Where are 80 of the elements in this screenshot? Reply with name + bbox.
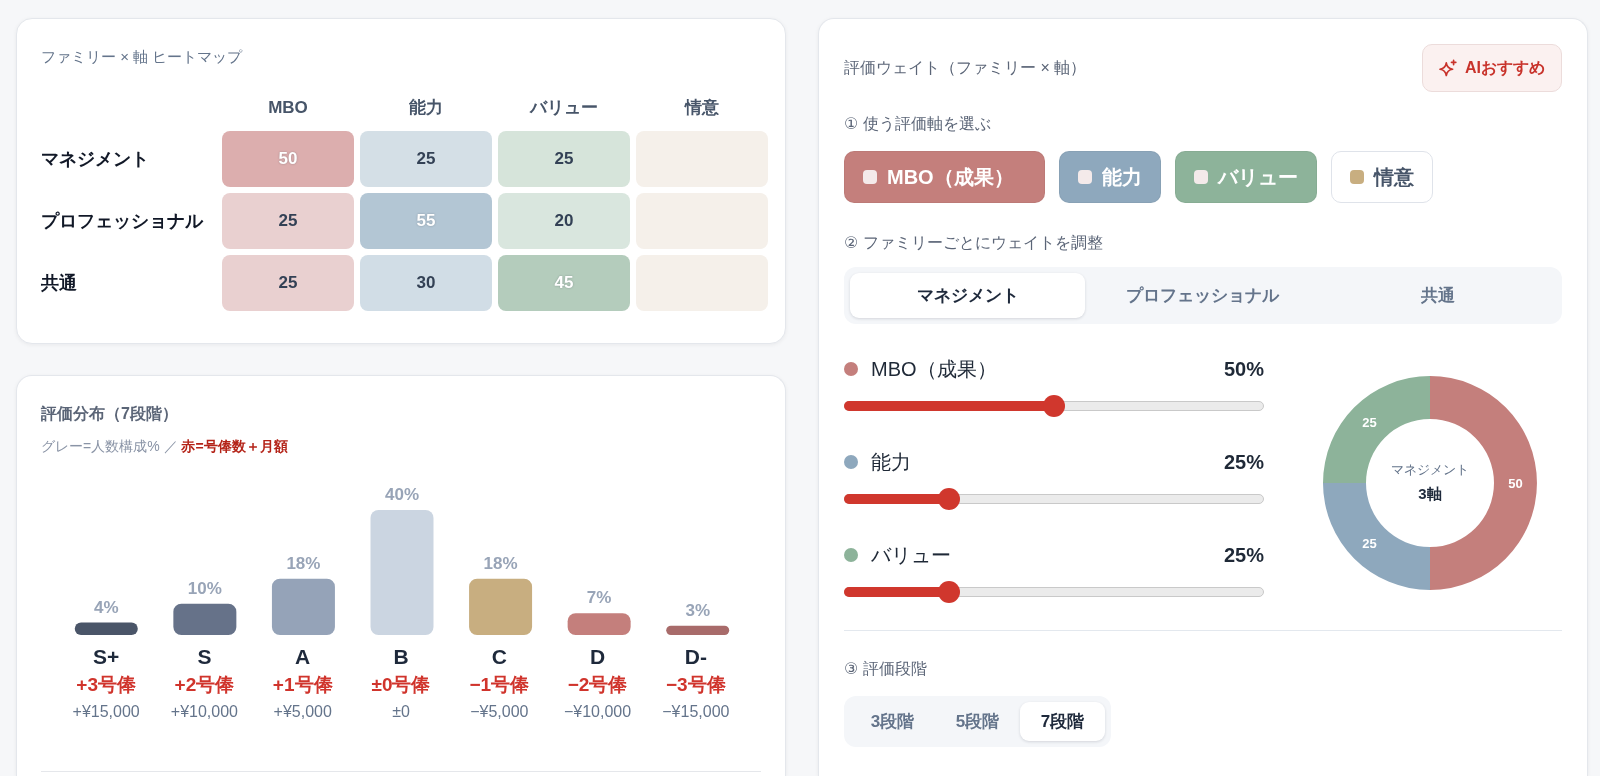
donut-center-value: 3軸: [1418, 485, 1442, 502]
axis-chip[interactable]: 能力: [1058, 151, 1161, 203]
step-heading: ③ 評価段階: [844, 659, 928, 679]
value-label: 40%: [385, 485, 419, 504]
tab[interactable]: マネジメント: [850, 273, 1086, 318]
column-header: 情意: [683, 97, 720, 119]
card-title: ファミリー × 軸 ヒートマップ: [41, 47, 244, 67]
value-label: 10%: [187, 578, 222, 598]
salary-step-label: −3号俸: [666, 674, 726, 696]
heatmap-cell: 30: [360, 255, 492, 311]
slider-value: 25%: [1223, 543, 1264, 567]
amount-label: +¥15,000: [72, 702, 140, 722]
slider-thumb[interactable]: [938, 581, 960, 603]
salary-step-label: +2号俸: [174, 674, 235, 696]
value-label: 18%: [483, 553, 518, 573]
column-header: MBO: [267, 97, 309, 119]
value-label: 7%: [586, 588, 612, 608]
grade-label: A: [295, 646, 311, 668]
card-title: 評価ウェイト（ファミリー × 軸）: [844, 57, 1087, 78]
salary-step-label: ±0号俸: [371, 674, 431, 696]
slider-track[interactable]: [844, 395, 1264, 417]
heatmap-cell: 25: [360, 131, 492, 187]
heatmap-cell: 25: [222, 255, 354, 311]
row-header: マネジメント: [41, 148, 150, 171]
slice-value-label: 50: [1508, 475, 1523, 491]
salary-step-label: −2号俸: [567, 674, 628, 696]
grade-label: D: [589, 646, 606, 668]
axis-chip[interactable]: 情意: [1330, 151, 1433, 203]
salary-step-label: +3号俸: [76, 674, 136, 696]
tab[interactable]: プロフェッショナル: [1085, 273, 1321, 318]
slider-thumb[interactable]: [1043, 395, 1065, 417]
step-heading: ① 使う評価軸を選ぶ: [844, 114, 992, 134]
tab[interactable]: 7段階: [1020, 702, 1105, 741]
grade-label: S+: [93, 646, 120, 668]
step-heading: ② ファミリーごとにウェイトを調整: [844, 233, 1104, 253]
amount-label: −¥15,000: [662, 702, 730, 722]
heatmap-cell: 25: [498, 131, 630, 187]
heatmap-cell: 45: [498, 255, 630, 311]
column-header: 能力: [408, 97, 444, 119]
tab[interactable]: 5段階: [935, 702, 1020, 741]
amount-label: −¥5,000: [470, 702, 529, 722]
row-header: プロフェッショナル: [41, 210, 205, 233]
slice-value-label: 25: [1362, 535, 1377, 551]
slider-label: MBO（成果）: [871, 356, 998, 382]
heatmap-cell: 50: [222, 131, 354, 187]
amount-label: +¥5,000: [273, 702, 332, 722]
value-label: 4%: [94, 597, 119, 617]
slider-track[interactable]: [844, 581, 1264, 603]
amount-label: +¥10,000: [170, 702, 238, 722]
slider-track[interactable]: [844, 488, 1264, 510]
salary-step-label: +1号俸: [272, 674, 333, 696]
heatmap-cell: 25: [222, 193, 354, 249]
grade-label: C: [491, 646, 507, 668]
amount-label: ±0: [392, 702, 410, 722]
amount-label: −¥10,000: [563, 702, 632, 722]
value-label: 18%: [286, 553, 321, 573]
grade-label: D-: [684, 646, 707, 668]
salary-step-label: −1号俸: [469, 674, 530, 696]
chart-legend: グレー=人数構成% ／ 赤=号俸数＋月額: [41, 437, 761, 455]
value-label: 3%: [685, 600, 710, 620]
tab[interactable]: 共通: [1320, 273, 1556, 318]
slider-value: 50%: [1223, 357, 1264, 381]
column-header: バリュー: [528, 97, 599, 119]
heatmap-cell: 20: [498, 193, 630, 249]
donut-center-label: マネジメント: [1391, 462, 1469, 477]
slider-thumb[interactable]: [938, 488, 960, 510]
tab[interactable]: 3段階: [850, 702, 935, 741]
grade-label: B: [393, 646, 409, 668]
grade-label: S: [197, 646, 212, 668]
axis-chip[interactable]: MBO（成果）: [844, 151, 1045, 203]
slider-value: 25%: [1223, 450, 1264, 474]
slice-value-label: 25: [1362, 415, 1377, 431]
card-title: 評価分布（7段階）: [41, 404, 179, 424]
slider-label: バリュー: [871, 542, 952, 568]
heatmap-cell: 55: [360, 193, 492, 249]
ai-recommend-button[interactable]: AIおすすめ: [1422, 44, 1562, 92]
sparkle-icon: [1439, 59, 1457, 77]
row-header: 共通: [41, 272, 78, 295]
axis-chip[interactable]: バリュー: [1174, 151, 1317, 203]
slider-label: 能力: [871, 449, 912, 475]
